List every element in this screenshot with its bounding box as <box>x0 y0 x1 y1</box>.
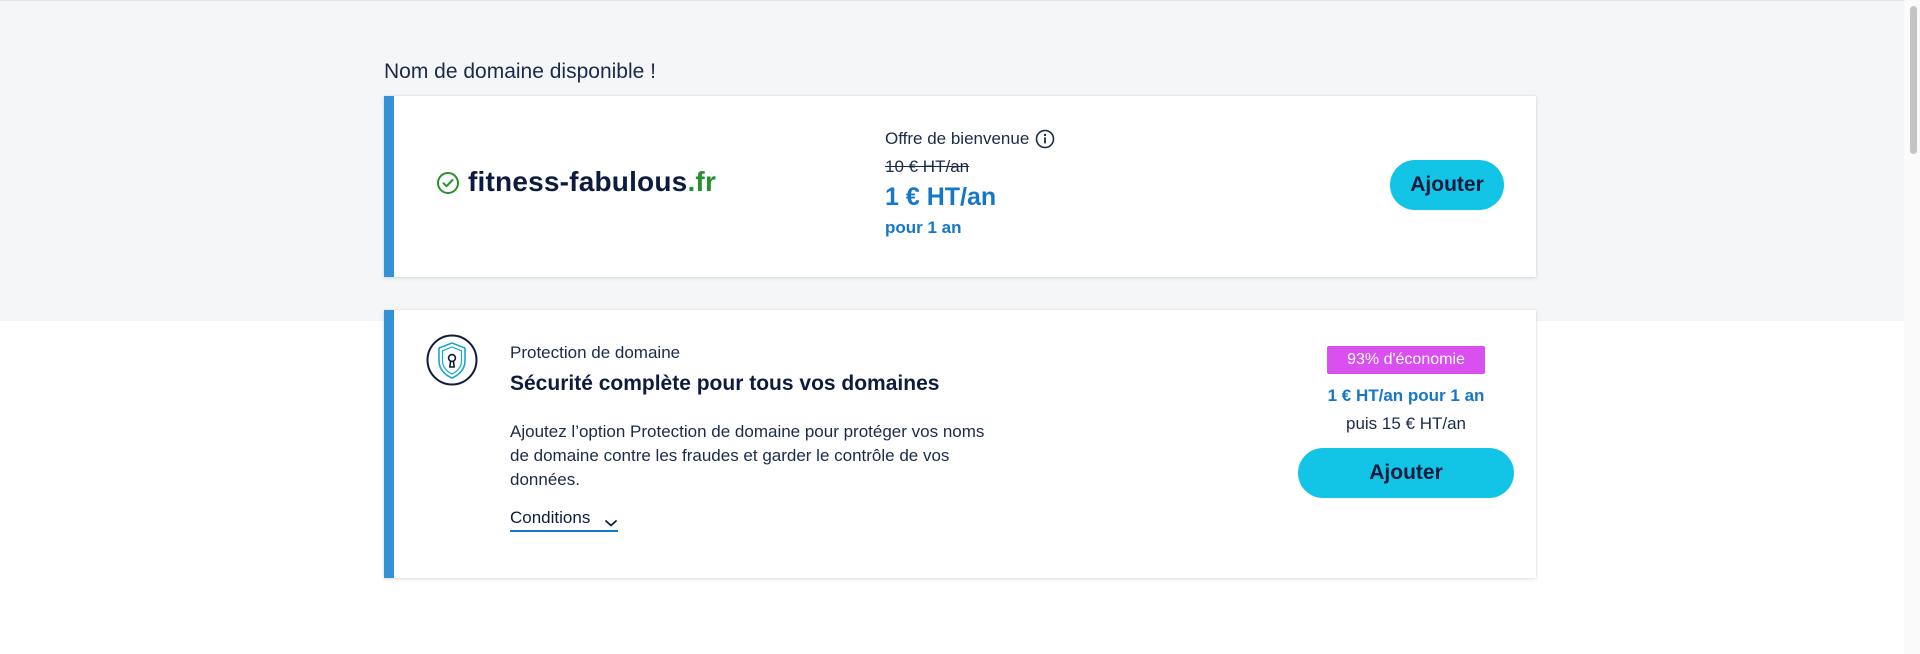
conditions-label: Conditions <box>510 508 591 527</box>
scrollbar-thumb[interactable] <box>1910 6 1917 154</box>
then-price: puis 15 € HT/an <box>1345 414 1466 433</box>
promo-price: 1 € HT/an pour 1 an <box>1327 386 1485 405</box>
conditions-toggle[interactable]: Conditions <box>510 508 619 532</box>
add-domain-button[interactable]: Ajouter <box>1390 160 1504 210</box>
scrollbar[interactable] <box>1904 0 1920 654</box>
check-circle-icon <box>436 170 460 194</box>
domain-tld: .fr <box>687 166 717 197</box>
chevron-down-icon <box>604 513 618 527</box>
price-duration: pour 1 an <box>885 218 962 237</box>
domain-label: fitness-fabulous <box>468 166 688 197</box>
protection-description: Ajoutez l’option Protection de domaine p… <box>510 422 985 489</box>
domain-name: fitness-fabulous .fr <box>436 166 716 198</box>
page: Nom de domaine disponible ! fitness-fabu… <box>0 0 1920 654</box>
shield-lock-icon <box>426 334 478 386</box>
info-icon[interactable] <box>1035 129 1055 149</box>
offer-block: Offre de bienvenue 10 € HT/an 1 € HT/an … <box>885 129 1055 238</box>
protection-card: Protection de domaine Sécurité complète … <box>384 310 1536 578</box>
protection-pricing: 93% d'économie 1 € HT/an pour 1 an puis … <box>1298 346 1514 498</box>
savings-badge: 93% d'économie <box>1327 346 1485 374</box>
protection-kicker: Protection de domaine <box>510 343 681 362</box>
add-protection-button[interactable]: Ajouter <box>1298 448 1514 498</box>
new-price: 1 € HT/an <box>885 183 997 211</box>
domain-card: fitness-fabulous .fr Offre de bienvenue 1… <box>384 96 1536 277</box>
old-price: 10 € HT/an <box>885 157 970 176</box>
offer-title-label: Offre de bienvenue <box>885 129 1030 148</box>
section-title: Nom de domaine disponible ! <box>384 60 656 83</box>
protection-title: Sécurité complète pour tous vos domaines <box>510 372 940 395</box>
offer-title: Offre de bienvenue <box>885 129 1055 149</box>
